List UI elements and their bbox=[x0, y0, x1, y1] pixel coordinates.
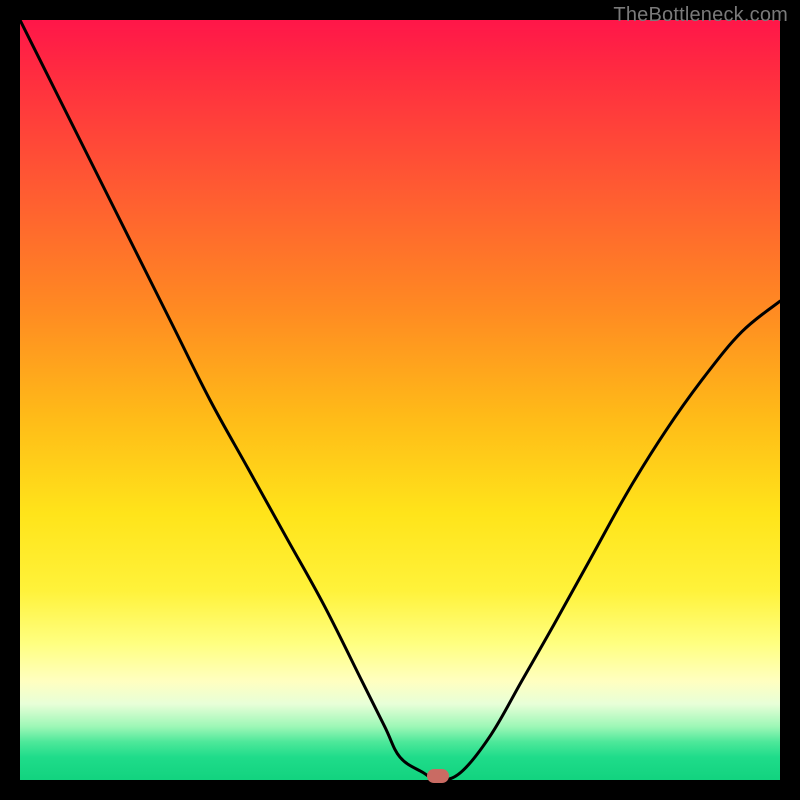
optimal-marker bbox=[427, 769, 449, 783]
bottleneck-curve bbox=[20, 20, 780, 780]
plot-area bbox=[20, 20, 780, 780]
chart-frame: TheBottleneck.com bbox=[0, 0, 800, 800]
watermark-text: TheBottleneck.com bbox=[613, 4, 788, 27]
